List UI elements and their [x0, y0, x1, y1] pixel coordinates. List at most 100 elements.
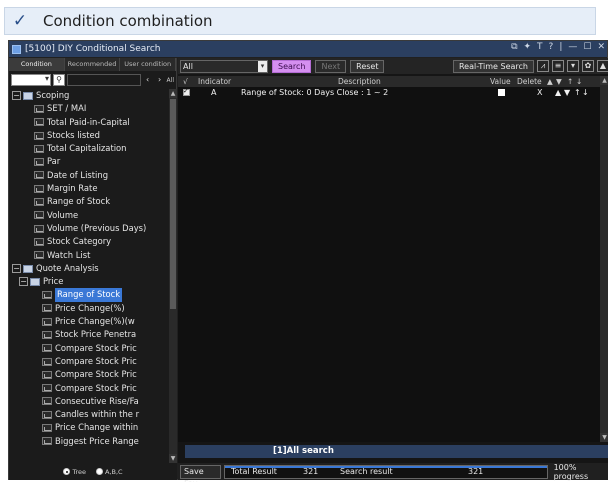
tree-item[interactable]: Price Change(%)(w — [9, 315, 169, 328]
scroll-up-icon[interactable]: ▲ — [169, 89, 177, 98]
folder-icon — [23, 264, 33, 273]
radio-tree-dot[interactable] — [63, 468, 71, 475]
scroll-down-icon[interactable]: ▼ — [169, 454, 177, 463]
tree-item[interactable]: Volume (Previous Days) — [9, 222, 169, 235]
close-icon[interactable]: ✕ — [597, 42, 605, 52]
tab-user-condition[interactable]: User condition — [120, 58, 177, 71]
tree-item-label: Date of Listing — [47, 169, 109, 180]
collapse-icon[interactable]: − — [12, 264, 21, 273]
move-down-icon[interactable]: ▼ — [556, 76, 562, 87]
tree-item[interactable]: Compare Stock Pric — [9, 355, 169, 368]
chart-line-icon — [42, 437, 52, 446]
tree-item-label: Quote Analysis — [36, 262, 99, 273]
reset-button[interactable]: Reset — [350, 59, 385, 73]
tree-item[interactable]: Watch List — [9, 249, 169, 262]
tab-recommended[interactable]: Recommended — [65, 58, 121, 71]
tree-scrollbar[interactable]: ▲ ▼ — [169, 89, 177, 463]
tree-item[interactable]: Compare Stock Pric — [9, 368, 169, 381]
row-move-top-icon[interactable]: ↑ — [574, 87, 581, 98]
move-top-icon[interactable]: ↑ — [567, 76, 573, 87]
tree-item-label: Compare Stock Pric — [55, 342, 137, 353]
tree-item[interactable]: Compare Stock Pric — [9, 342, 169, 355]
tree-item-label: Total Capitalization — [47, 143, 127, 154]
table-row[interactable]: A Range of Stock: 0 Days Close : 1 ~ 2 X… — [178, 86, 608, 98]
search-results-panel: All ▾ Search Next Reset Real-Time Search… — [178, 58, 608, 482]
all-link[interactable]: All — [167, 77, 174, 84]
pin-icon[interactable]: ✦ — [524, 42, 532, 52]
tree-filter-dropdown[interactable] — [11, 74, 51, 86]
search-button[interactable]: Search — [272, 59, 312, 73]
chart-line-icon — [34, 131, 44, 140]
tree-item[interactable]: Total Paid-in-Capital — [9, 116, 169, 129]
move-up-icon[interactable]: ▲ — [547, 76, 553, 87]
next-arrow-icon[interactable]: › — [155, 74, 165, 86]
grid-scroll-down-icon[interactable]: ▼ — [600, 433, 608, 442]
tree-item[interactable]: Biggest Price Range — [9, 435, 169, 448]
chart-line-icon — [42, 344, 52, 353]
tree-item[interactable]: Range of Stock — [9, 288, 169, 302]
tree-item[interactable]: Total Capitalization — [9, 142, 169, 155]
tree-folder[interactable]: − Scoping — [9, 89, 169, 102]
maximize-icon[interactable]: ☐ — [583, 42, 591, 52]
next-button[interactable]: Next — [315, 59, 347, 73]
row-move-down-icon[interactable]: ▼ — [564, 87, 570, 98]
scope-dropdown[interactable]: All ▾ — [180, 59, 268, 73]
restore-icon[interactable]: ⧉ — [511, 42, 517, 52]
tree-item[interactable]: Compare Stock Pric — [9, 382, 169, 395]
radio-tree[interactable]: Tree — [63, 468, 86, 476]
tree-search-input[interactable] — [67, 74, 141, 86]
row-value-checkbox[interactable] — [498, 89, 505, 96]
font-icon[interactable]: T — [537, 42, 543, 52]
tree-item-label: Consecutive Rise/Fa — [55, 395, 139, 406]
grid-scroll-up-icon[interactable]: ▲ — [600, 76, 608, 85]
move-bottom-icon[interactable]: ↓ — [576, 76, 582, 87]
radio-abc[interactable]: A,B,C — [95, 468, 123, 476]
chart-line-icon — [34, 104, 44, 113]
row-move-bottom-icon[interactable]: ↓ — [582, 87, 589, 98]
tree-item[interactable]: Range of Stock — [9, 195, 169, 208]
row-checkbox[interactable] — [183, 86, 190, 97]
chart-icon[interactable]: ⩘ — [537, 60, 549, 72]
total-result-label: Total Result — [230, 466, 277, 476]
result-tab-bar[interactable]: [1]All search — [185, 445, 608, 458]
radio-abc-dot[interactable] — [95, 468, 103, 475]
tree-item[interactable]: Date of Listing — [9, 169, 169, 182]
triangle-up-icon[interactable]: ▲ — [597, 60, 608, 72]
tree-item[interactable]: Candles within the r — [9, 408, 169, 421]
tree-item[interactable]: Stock Category — [9, 235, 169, 248]
list-icon[interactable]: ≡ — [552, 60, 564, 72]
row-move-up-icon[interactable]: ▲ — [555, 87, 561, 98]
tree-scroll-thumb[interactable] — [170, 99, 176, 309]
tree-folder[interactable]: − Price — [9, 275, 169, 288]
save-fav-button[interactable]: Save Fav — [180, 464, 221, 482]
tree-item[interactable]: Stock Price Penetra — [9, 328, 169, 341]
tree-folder[interactable]: − Quote Analysis — [9, 262, 169, 275]
tree-item[interactable]: Price Change(%) — [9, 302, 169, 315]
collapse-icon[interactable]: − — [19, 277, 28, 287]
tree-item-label: Biggest Price Range — [55, 435, 139, 446]
tree-item[interactable]: Par — [9, 155, 169, 168]
menu-icon[interactable]: ▾ — [567, 60, 579, 72]
prev-arrow-icon[interactable]: ‹ — [143, 74, 153, 86]
tree-view-options: Tree A,B,C — [9, 463, 177, 480]
tab-condition[interactable]: Condition — [9, 58, 65, 71]
chart-line-icon — [42, 397, 52, 406]
tree-item[interactable]: SET / MAI — [9, 102, 169, 115]
collapse-icon[interactable]: − — [12, 91, 21, 101]
tree-item[interactable]: Volume — [9, 209, 169, 222]
tree-item[interactable]: Margin Rate — [9, 182, 169, 195]
tree-item[interactable]: Price Change within — [9, 421, 169, 434]
tree-item-label: Stock Price Penetra — [55, 329, 137, 340]
header-indicator: Indicator — [198, 77, 232, 86]
result-tab-label[interactable]: [1]All search — [273, 445, 334, 458]
help-icon[interactable]: ? — [549, 42, 554, 52]
tree-item[interactable]: Consecutive Rise/Fa — [9, 395, 169, 408]
tree-item[interactable]: Stocks listed — [9, 129, 169, 142]
chevron-down-icon[interactable]: ▾ — [258, 60, 267, 72]
minimize-icon[interactable]: — — [568, 42, 577, 52]
gear-icon[interactable]: ✿ — [582, 60, 594, 72]
grid-scrollbar[interactable]: ▲ ▼ — [600, 76, 608, 442]
row-delete-button[interactable]: X — [537, 87, 542, 98]
realtime-search-button[interactable]: Real-Time Search — [452, 59, 534, 73]
search-icon[interactable]: ⚲ — [53, 74, 65, 86]
